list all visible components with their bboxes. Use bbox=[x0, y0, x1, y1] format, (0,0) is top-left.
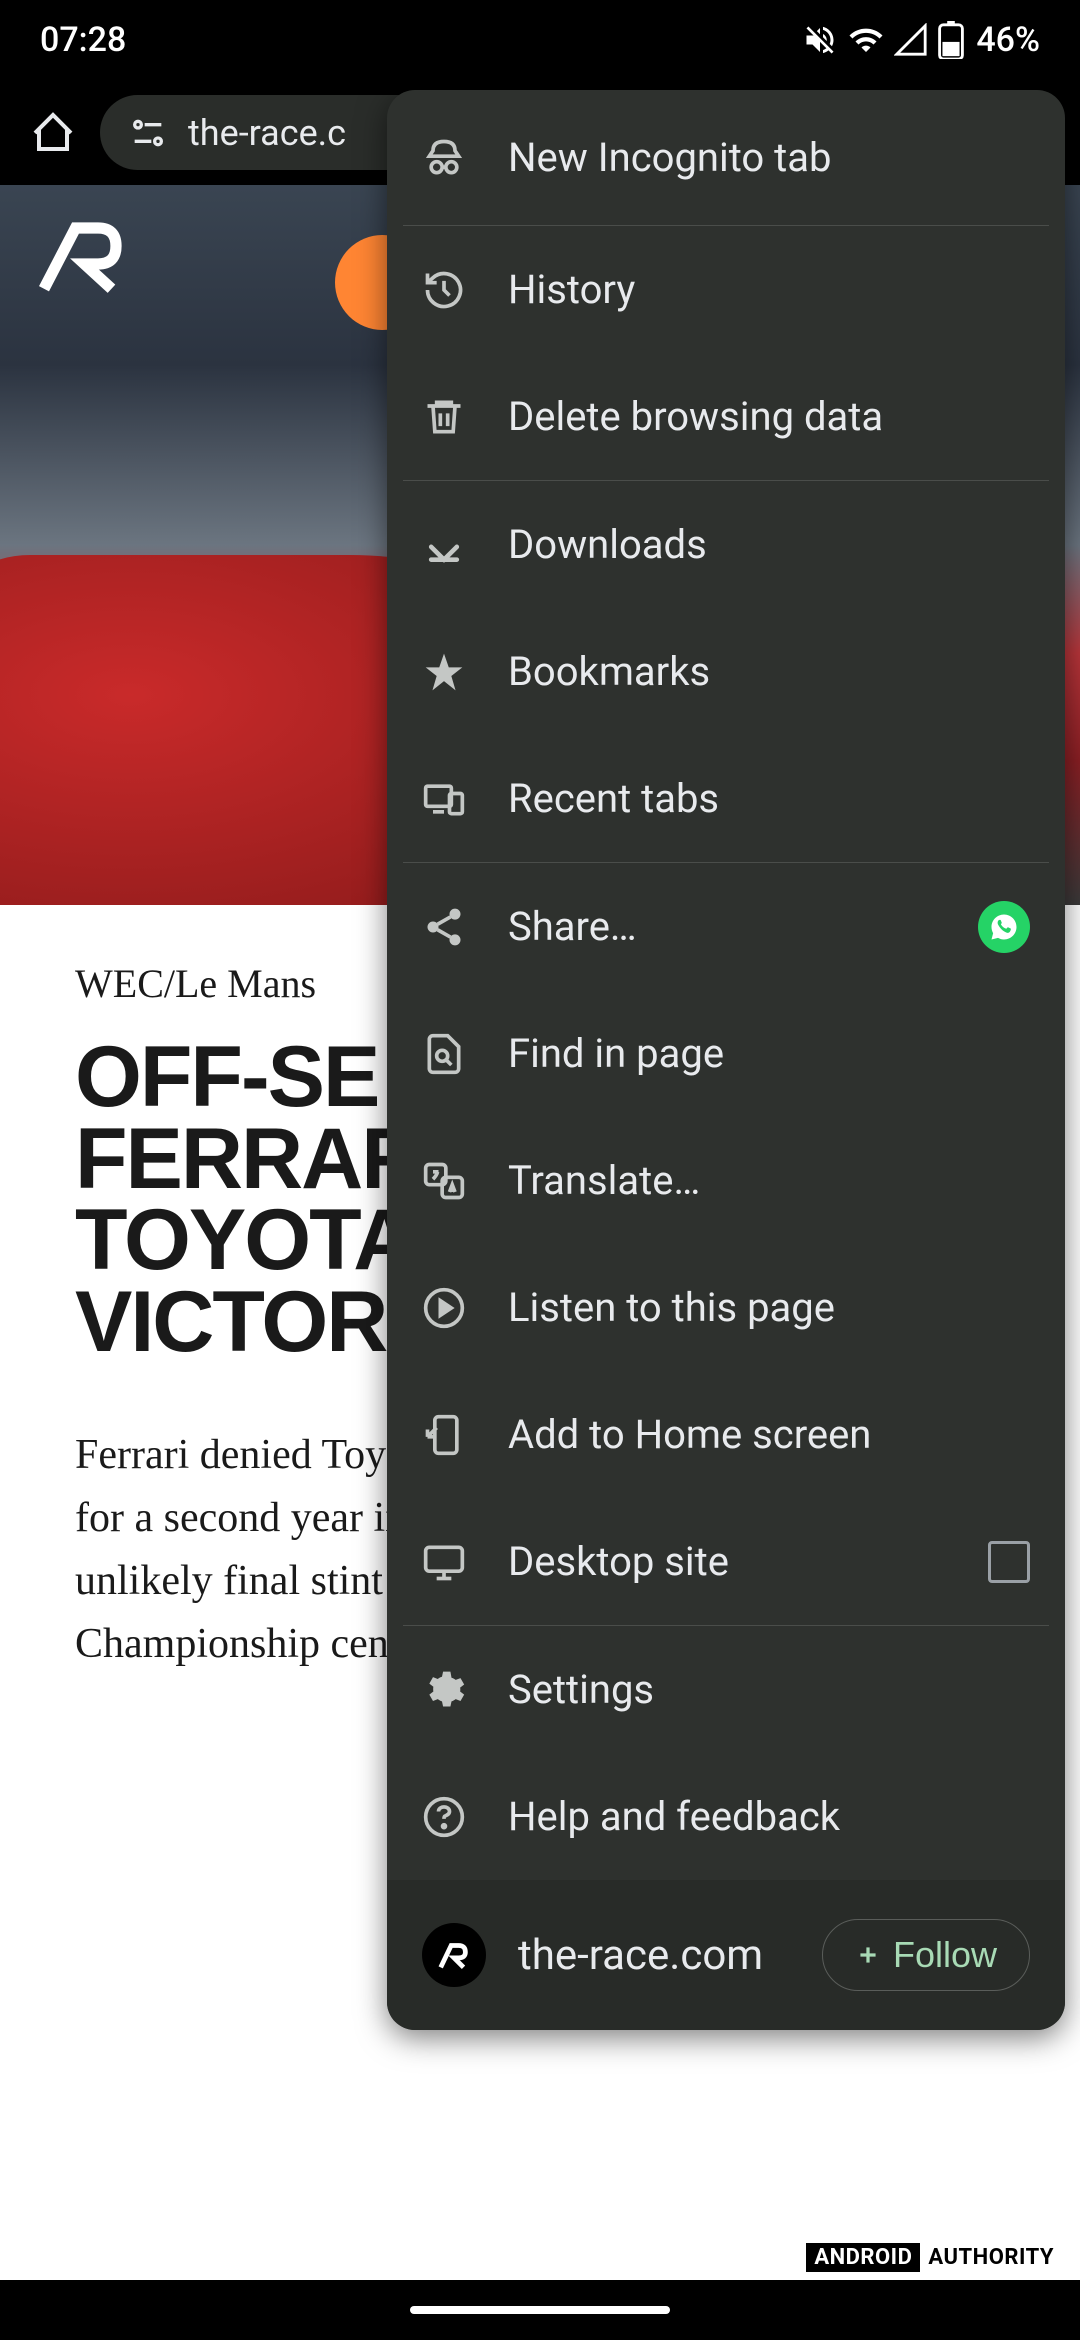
menu-add-home[interactable]: Add to Home screen bbox=[387, 1371, 1065, 1498]
menu-label: New Incognito tab bbox=[508, 134, 1030, 181]
home-icon bbox=[29, 109, 77, 157]
watermark: ANDROIDAUTHORITY bbox=[806, 2245, 1062, 2270]
plus-icon bbox=[855, 1942, 881, 1968]
menu-label: Downloads bbox=[508, 521, 1030, 568]
incognito-icon bbox=[422, 136, 466, 180]
follow-label: Follow bbox=[893, 1934, 997, 1976]
desktop-checkbox[interactable] bbox=[988, 1541, 1030, 1583]
signal-icon bbox=[894, 23, 928, 57]
history-icon bbox=[422, 268, 466, 312]
status-right: 46% bbox=[802, 20, 1040, 60]
menu-listen[interactable]: Listen to this page bbox=[387, 1244, 1065, 1371]
menu-label: Listen to this page bbox=[508, 1284, 1030, 1331]
menu-translate[interactable]: Translate… bbox=[387, 1117, 1065, 1244]
battery-icon bbox=[938, 21, 964, 59]
menu-delete-data[interactable]: Delete browsing data bbox=[387, 353, 1065, 480]
overflow-menu: New Incognito tab History Delete browsin… bbox=[387, 90, 1065, 2030]
find-in-page-icon bbox=[422, 1032, 466, 1076]
navigation-bar bbox=[0, 2280, 1080, 2340]
follow-button[interactable]: Follow bbox=[822, 1919, 1030, 1991]
site-avatar bbox=[422, 1923, 486, 1987]
status-bar: 07:28 46% bbox=[0, 0, 1080, 80]
menu-find[interactable]: Find in page bbox=[387, 990, 1065, 1117]
gear-icon bbox=[422, 1668, 466, 1712]
add-to-home-icon bbox=[422, 1413, 466, 1457]
menu-label: Help and feedback bbox=[508, 1793, 1030, 1840]
status-time: 07:28 bbox=[40, 20, 126, 60]
menu-label: Recent tabs bbox=[508, 775, 1030, 822]
home-button[interactable] bbox=[25, 105, 80, 160]
menu-label: Find in page bbox=[508, 1030, 1030, 1077]
share-icon bbox=[422, 905, 466, 949]
menu-history[interactable]: History bbox=[387, 226, 1065, 353]
menu-label: Share… bbox=[508, 903, 936, 950]
menu-downloads[interactable]: Downloads bbox=[387, 481, 1065, 608]
nav-pill[interactable] bbox=[410, 2306, 670, 2314]
menu-label: Delete browsing data bbox=[508, 393, 1030, 440]
menu-desktop-site[interactable]: Desktop site bbox=[387, 1498, 1065, 1625]
menu-share[interactable]: Share… bbox=[387, 863, 1065, 990]
battery-percent: 46% bbox=[976, 20, 1040, 60]
download-icon bbox=[422, 523, 466, 567]
trash-icon bbox=[422, 395, 466, 439]
translate-icon bbox=[422, 1159, 466, 1203]
mute-icon bbox=[802, 22, 838, 58]
menu-label: Translate… bbox=[508, 1157, 1030, 1204]
menu-site-footer: the-race.com Follow bbox=[387, 1880, 1065, 2030]
menu-label: Settings bbox=[508, 1666, 1030, 1713]
menu-bookmarks[interactable]: Bookmarks bbox=[387, 608, 1065, 735]
url-text: the-race.c bbox=[188, 112, 346, 154]
help-icon bbox=[422, 1795, 466, 1839]
menu-settings[interactable]: Settings bbox=[387, 1626, 1065, 1753]
menu-label: Bookmarks bbox=[508, 648, 1030, 695]
site-settings-icon bbox=[128, 113, 168, 153]
site-logo bbox=[35, 210, 125, 300]
devices-icon bbox=[422, 777, 466, 821]
menu-label: History bbox=[508, 266, 1030, 313]
wifi-icon bbox=[848, 22, 884, 58]
menu-label: Desktop site bbox=[508, 1538, 946, 1585]
menu-help[interactable]: Help and feedback bbox=[387, 1753, 1065, 1880]
menu-new-incognito[interactable]: New Incognito tab bbox=[387, 90, 1065, 225]
whatsapp-icon[interactable] bbox=[978, 901, 1030, 953]
star-icon bbox=[422, 650, 466, 694]
menu-label: Add to Home screen bbox=[508, 1411, 1030, 1458]
site-name: the-race.com bbox=[518, 1931, 790, 1980]
menu-recent-tabs[interactable]: Recent tabs bbox=[387, 735, 1065, 862]
play-circle-icon bbox=[422, 1286, 466, 1330]
desktop-icon bbox=[422, 1540, 466, 1584]
